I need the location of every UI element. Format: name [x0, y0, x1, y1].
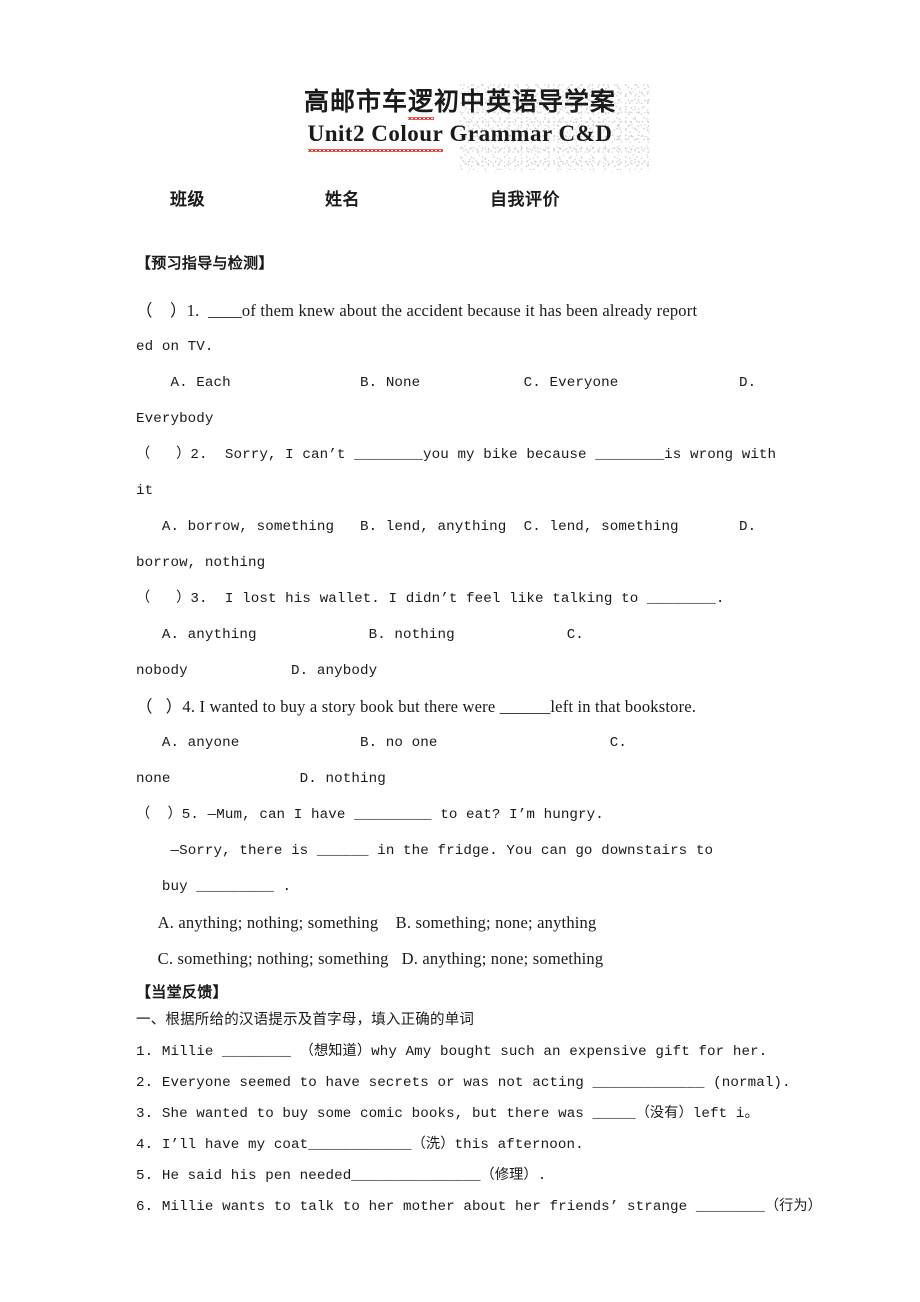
q5-options-line-2: C. something; nothing; something D. anyt… [136, 949, 604, 969]
choice-question-4: （ ）4. I wanted to buy a story book but t… [136, 689, 790, 797]
q3-options-line-1: A. anything B. nothing C. [136, 627, 584, 644]
q2-stem-line-1: （ ）2. Sorry, I can’t ________you my bike… [136, 447, 785, 500]
self-eval-label: 自我评价 [490, 190, 560, 211]
q1-options-line-2: Everybody [136, 411, 214, 428]
q1-stem-line-2: ed on TV. [136, 339, 214, 356]
fill-item-4: 4. I’ll have my coat____________（洗）this … [136, 1137, 584, 1154]
title-cn-spellcheck-word: 逻 [407, 87, 435, 121]
page-title-chinese: 高邮市车逻初中英语导学案 [0, 86, 920, 121]
q5-stem-line-2: —Sorry, there is ______ in the fridge. Y… [136, 843, 714, 860]
q5-options-line-1: A. anything; nothing; something B. somet… [136, 913, 597, 933]
title-en-spellcheck-word: Unit2 Colour [307, 119, 444, 153]
q4-options-line-1: A. anyone B. no one C. [136, 735, 627, 752]
q3-options-line-2: nobody D. anybody [136, 663, 378, 680]
fill-item-3: 3. She wanted to buy some comic books, b… [136, 1106, 759, 1123]
fill-item-6: 6. Millie wants to talk to her mother ab… [136, 1199, 822, 1216]
fill-in-blank-list: 1. Millie ________ （想知道）why Amy bought s… [0, 1037, 920, 1223]
q5-stem-line-3: buy _________ . [136, 879, 292, 896]
section-heading-feedback: 【当堂反馈】 [136, 983, 228, 1002]
q4-stem-line-1: （ ）4. I wanted to buy a story book but t… [136, 697, 697, 717]
feedback-instruction: 一、根据所给的汉语提示及首字母，填入正确的单词 [136, 1012, 475, 1029]
q1-stem-line-1: （ ）1. ____of them knew about the acciden… [136, 301, 698, 321]
fill-item-5: 5. He said his pen needed_______________… [136, 1168, 547, 1185]
document-header: 高邮市车逻初中英语导学案 Unit2 Colour Grammar C&D [0, 0, 920, 172]
q3-stem-line-1: （ ）3. I lost his wallet. I didn’t feel l… [136, 591, 725, 608]
worksheet-page: 高邮市车逻初中英语导学案 Unit2 Colour Grammar C&D 班级… [0, 0, 920, 1302]
q5-stem-line-1: （ ）5. —Mum, can I have _________ to eat?… [136, 807, 604, 824]
section-heading-preview: 【预习指导与检测】 [136, 254, 274, 273]
fill-item-2: 2. Everyone seemed to have secrets or wa… [136, 1075, 791, 1092]
choice-question-list: （ ）1. ____of them knew about the acciden… [0, 293, 920, 977]
q2-options-line-1: A. borrow, something B. lend, anything C… [136, 519, 757, 536]
choice-question-3: （ ）3. I lost his wallet. I didn’t feel l… [136, 581, 790, 689]
choice-question-5: （ ）5. —Mum, can I have _________ to eat?… [136, 797, 790, 977]
student-info-row: 班级 姓名 自我评价 [0, 185, 920, 210]
class-label: 班级 [170, 190, 205, 211]
title-en-part-b: Grammar C&D [443, 121, 613, 147]
fill-item-1: 1. Millie ________ （想知道）why Amy bought s… [136, 1044, 768, 1061]
page-title-english: Unit2 Colour Grammar C&D [0, 119, 920, 153]
choice-question-1: （ ）1. ____of them knew about the acciden… [136, 293, 790, 437]
q4-options-line-2: none D. nothing [136, 771, 386, 788]
choice-question-2: （ ）2. Sorry, I can’t ________you my bike… [136, 437, 790, 581]
q2-options-line-2: borrow, nothing [136, 555, 266, 572]
title-cn-part-b: 初中英语导学案 [434, 87, 617, 116]
title-cn-part-a: 高邮市车 [303, 87, 408, 116]
name-label: 姓名 [325, 190, 360, 211]
q1-options-line-1: A. Each B. None C. Everyone D. [136, 375, 757, 392]
